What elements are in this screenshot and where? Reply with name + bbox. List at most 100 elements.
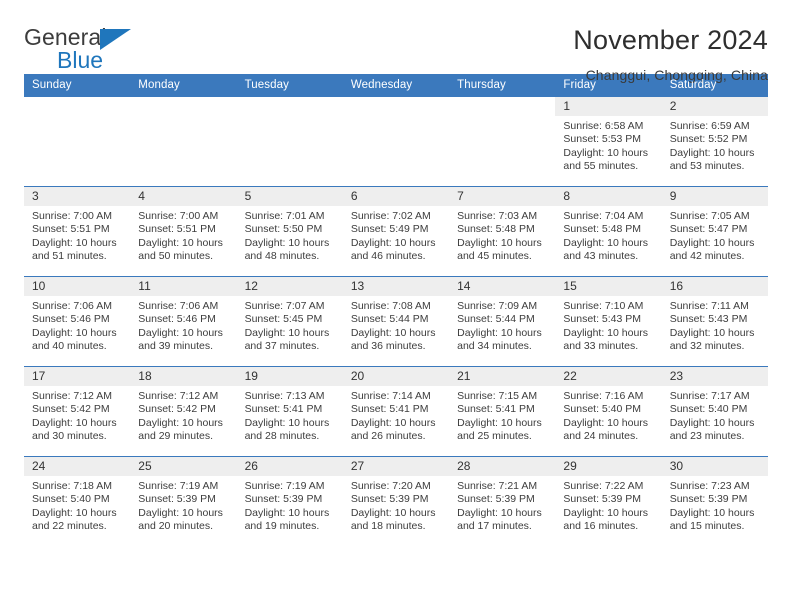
page-header: General Blue November 2024 Changgui, Cho… <box>24 0 768 82</box>
calendar-day-cell[interactable]: 4 Sunrise: 7:00 AM Sunset: 5:51 PM Daylight… <box>130 186 237 277</box>
calendar-day-cell[interactable]: 2 Sunrise: 6:59 AM Sunset: 5:52 PM Daylight… <box>661 96 768 187</box>
day-info: Sunrise: 7:18 AM Sunset: 5:40 PM Daylight:… <box>24 476 130 534</box>
sunrise-text: Sunrise: 7:02 AM <box>350 210 431 222</box>
day-number: 29 <box>555 457 662 476</box>
sunrise-text: Sunrise: 7:11 AM <box>669 300 749 312</box>
day-number: 11 <box>130 277 237 296</box>
sunset-text: Sunset: 5:53 PM <box>563 133 642 146</box>
daylight-text: Daylight: 10 hours and 22 minutes. <box>32 506 117 533</box>
day-info: Sunrise: 7:06 AM Sunset: 5:46 PM Daylight:… <box>24 296 130 354</box>
day-cell-inner: 29 Sunrise: 7:22 AM Sunset: 5:39 PM Dayligh… <box>555 457 662 547</box>
calendar-day-cell[interactable]: 3 Sunrise: 7:00 AM Sunset: 5:51 PM Daylight… <box>24 186 131 277</box>
day-cell-inner: 9 Sunrise: 7:05 AM Sunset: 5:47 PM Daylight… <box>661 187 768 276</box>
calendar-page: General Blue November 2024 Changgui, Cho… <box>0 0 792 612</box>
calendar-day-cell[interactable]: 30 Sunrise: 7:23 AM Sunset: 5:39 PM Dayligh… <box>661 456 768 547</box>
calendar-day-cell[interactable]: 13 Sunrise: 7:08 AM Sunset: 5:44 PM Dayligh… <box>342 276 450 367</box>
calendar-day-cell[interactable]: 15 Sunrise: 7:10 AM Sunset: 5:43 PM Dayligh… <box>555 276 662 367</box>
calendar-day-cell[interactable]: 26 Sunrise: 7:19 AM Sunset: 5:39 PM Dayligh… <box>236 456 343 547</box>
daylight-text: Daylight: 10 hours and 36 minutes. <box>350 326 436 353</box>
calendar-day-cell[interactable]: 10 Sunrise: 7:06 AM Sunset: 5:46 PM Dayligh… <box>24 276 131 367</box>
sunset-text: Sunset: 5:48 PM <box>457 223 535 236</box>
day-cell-inner: 23 Sunrise: 7:17 AM Sunset: 5:40 PM Dayligh… <box>661 367 768 456</box>
weekday-header-wednesday: Wednesday <box>342 74 450 97</box>
calendar-day-cell[interactable]: 16 Sunrise: 7:11 AM Sunset: 5:43 PM Dayligh… <box>661 276 768 367</box>
day-number: 2 <box>661 97 768 116</box>
daylight-text: Daylight: 10 hours and 50 minutes. <box>138 236 223 263</box>
day-info: Sunrise: 7:15 AM Sunset: 5:41 PM Daylight:… <box>449 386 555 444</box>
sunset-text: Sunset: 5:40 PM <box>563 403 642 416</box>
sunrise-text: Sunrise: 6:58 AM <box>563 120 644 132</box>
sunset-text: Sunset: 5:43 PM <box>669 313 748 326</box>
day-cell-inner: 16 Sunrise: 7:11 AM Sunset: 5:43 PM Dayligh… <box>661 277 768 366</box>
day-number: 17 <box>24 367 131 386</box>
general-blue-logo[interactable]: General Blue <box>24 26 144 74</box>
calendar-day-cell[interactable]: 14 Sunrise: 7:09 AM Sunset: 5:44 PM Dayligh… <box>449 276 556 367</box>
day-cell-inner: 1 Sunrise: 6:58 AM Sunset: 5:53 PM Daylight… <box>555 97 662 186</box>
day-number: 9 <box>661 187 768 206</box>
day-cell-inner: 8 Sunrise: 7:04 AM Sunset: 5:48 PM Daylight… <box>555 187 662 276</box>
calendar-day-cell[interactable]: 28 Sunrise: 7:21 AM Sunset: 5:39 PM Dayligh… <box>449 456 556 547</box>
calendar-day-cell[interactable]: 8 Sunrise: 7:04 AM Sunset: 5:48 PM Daylight… <box>555 186 662 277</box>
day-cell-inner: 6 Sunrise: 7:02 AM Sunset: 5:49 PM Daylight… <box>342 187 450 276</box>
day-number: 5 <box>236 187 343 206</box>
day-info: Sunrise: 7:11 AM Sunset: 5:43 PM Daylight:… <box>662 296 768 354</box>
day-cell-inner: 28 Sunrise: 7:21 AM Sunset: 5:39 PM Dayligh… <box>449 457 556 547</box>
calendar-day-cell[interactable]: 1 Sunrise: 6:58 AM Sunset: 5:53 PM Daylight… <box>555 96 662 187</box>
day-number: 10 <box>24 277 131 296</box>
daylight-text: Daylight: 10 hours and 16 minutes. <box>563 506 649 533</box>
day-info: Sunrise: 7:06 AM Sunset: 5:46 PM Daylight:… <box>130 296 236 354</box>
day-cell-inner: 17 Sunrise: 7:12 AM Sunset: 5:42 PM Dayligh… <box>24 367 131 456</box>
sunset-text: Sunset: 5:49 PM <box>350 223 429 236</box>
day-info: Sunrise: 7:22 AM Sunset: 5:39 PM Daylight:… <box>555 476 661 534</box>
day-info: Sunrise: 7:01 AM Sunset: 5:50 PM Daylight:… <box>237 206 343 264</box>
calendar-day-cell[interactable]: 19 Sunrise: 7:13 AM Sunset: 5:41 PM Dayligh… <box>236 366 343 457</box>
day-info: Sunrise: 7:00 AM Sunset: 5:51 PM Daylight:… <box>130 206 236 264</box>
sunrise-text: Sunrise: 7:07 AM <box>244 300 325 312</box>
daylight-text: Daylight: 10 hours and 25 minutes. <box>457 416 542 443</box>
calendar-day-cell[interactable]: 22 Sunrise: 7:16 AM Sunset: 5:40 PM Dayligh… <box>555 366 662 457</box>
calendar-day-cell[interactable]: 20 Sunrise: 7:14 AM Sunset: 5:41 PM Dayligh… <box>342 366 450 457</box>
calendar-day-cell[interactable]: 25 Sunrise: 7:19 AM Sunset: 5:39 PM Dayligh… <box>130 456 237 547</box>
day-cell-inner: 18 Sunrise: 7:12 AM Sunset: 5:42 PM Dayligh… <box>130 367 237 456</box>
daylight-text: Daylight: 10 hours and 15 minutes. <box>669 506 755 533</box>
calendar-day-cell[interactable]: 18 Sunrise: 7:12 AM Sunset: 5:42 PM Dayligh… <box>130 366 237 457</box>
calendar-day-cell[interactable]: 12 Sunrise: 7:07 AM Sunset: 5:45 PM Dayligh… <box>236 276 343 367</box>
day-number: 28 <box>449 457 556 476</box>
day-number: 19 <box>236 367 343 386</box>
day-number: 30 <box>661 457 768 476</box>
daylight-text: Daylight: 10 hours and 39 minutes. <box>138 326 223 353</box>
calendar-day-cell[interactable]: 27 Sunrise: 7:20 AM Sunset: 5:39 PM Dayligh… <box>342 456 450 547</box>
sunrise-text: Sunrise: 7:08 AM <box>350 300 431 312</box>
calendar-day-cell[interactable]: 23 Sunrise: 7:17 AM Sunset: 5:40 PM Dayligh… <box>661 366 768 457</box>
day-number: 14 <box>449 277 556 296</box>
calendar-day-cell-empty <box>449 96 556 187</box>
day-cell-inner: 26 Sunrise: 7:19 AM Sunset: 5:39 PM Dayligh… <box>236 457 343 547</box>
calendar-day-cell[interactable]: 6 Sunrise: 7:02 AM Sunset: 5:49 PM Daylight… <box>342 186 450 277</box>
day-info: Sunrise: 6:59 AM Sunset: 5:52 PM Daylight:… <box>662 116 768 174</box>
day-info: Sunrise: 7:07 AM Sunset: 5:45 PM Daylight:… <box>237 296 343 354</box>
day-number: 16 <box>661 277 768 296</box>
sunrise-text: Sunrise: 7:16 AM <box>563 390 644 402</box>
sunrise-text: Sunrise: 7:09 AM <box>457 300 538 312</box>
calendar-day-cell[interactable]: 21 Sunrise: 7:15 AM Sunset: 5:41 PM Dayligh… <box>449 366 556 457</box>
calendar-day-cell-empty <box>236 96 343 187</box>
calendar-day-cell[interactable]: 9 Sunrise: 7:05 AM Sunset: 5:47 PM Daylight… <box>661 186 768 277</box>
daylight-text: Daylight: 10 hours and 40 minutes. <box>32 326 117 353</box>
calendar-day-cell[interactable]: 7 Sunrise: 7:03 AM Sunset: 5:48 PM Daylight… <box>449 186 556 277</box>
daylight-text: Daylight: 10 hours and 33 minutes. <box>563 326 649 353</box>
day-cell-inner: 11 Sunrise: 7:06 AM Sunset: 5:46 PM Dayligh… <box>130 277 237 366</box>
day-number: 4 <box>130 187 237 206</box>
calendar-day-cell[interactable]: 29 Sunrise: 7:22 AM Sunset: 5:39 PM Dayligh… <box>555 456 662 547</box>
calendar-day-cell[interactable]: 24 Sunrise: 7:18 AM Sunset: 5:40 PM Dayligh… <box>24 456 131 547</box>
calendar-day-cell[interactable]: 11 Sunrise: 7:06 AM Sunset: 5:46 PM Dayligh… <box>130 276 237 367</box>
calendar-day-cell[interactable]: 17 Sunrise: 7:12 AM Sunset: 5:42 PM Dayligh… <box>24 366 131 457</box>
sunrise-text: Sunrise: 7:06 AM <box>32 300 112 312</box>
weekday-header-monday: Monday <box>130 74 237 97</box>
sunrise-text: Sunrise: 7:06 AM <box>138 300 219 312</box>
day-number: 8 <box>555 187 662 206</box>
calendar-week-row: 1 Sunrise: 6:58 AM Sunset: 5:53 PM Daylight… <box>24 96 768 187</box>
sunset-text: Sunset: 5:48 PM <box>563 223 642 236</box>
calendar-day-cell[interactable]: 5 Sunrise: 7:01 AM Sunset: 5:50 PM Daylight… <box>236 186 343 277</box>
calendar-week-row: 24 Sunrise: 7:18 AM Sunset: 5:40 PM Dayligh… <box>24 456 768 547</box>
daylight-text: Daylight: 10 hours and 53 minutes. <box>669 146 755 173</box>
